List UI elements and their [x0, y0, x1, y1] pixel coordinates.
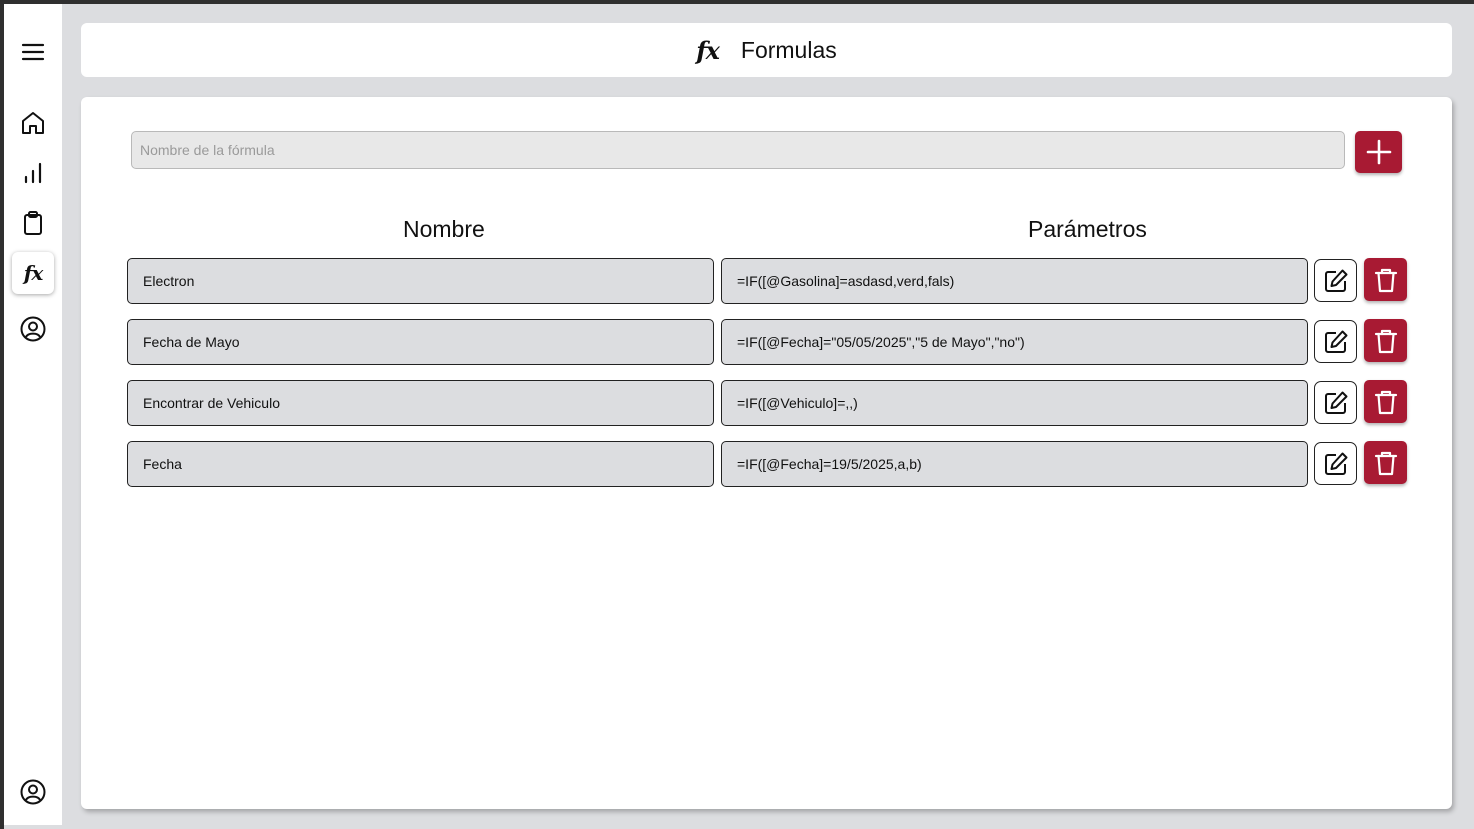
user-circle-icon: [20, 316, 46, 342]
sidebar-item-clipboard[interactable]: [12, 202, 54, 244]
edit-icon: [1324, 391, 1347, 414]
formula-name-cell[interactable]: Encontrar de Vehiculo: [127, 380, 714, 426]
formula-params-cell[interactable]: =IF([@Fecha]="05/05/2025","5 de Mayo","n…: [721, 319, 1308, 365]
column-header-params: Parámetros: [1028, 216, 1147, 242]
bar-chart-icon: [24, 162, 42, 184]
formula-name-input[interactable]: [131, 131, 1345, 169]
formula-name-cell[interactable]: Fecha de Mayo: [127, 319, 714, 365]
formula-params-cell[interactable]: =IF([@Vehiculo]=,,): [721, 380, 1308, 426]
edit-button[interactable]: [1314, 381, 1357, 424]
home-icon: [22, 112, 44, 134]
delete-button[interactable]: [1364, 319, 1407, 362]
sidebar-item-account[interactable]: [12, 771, 54, 813]
clipboard-icon: [24, 211, 42, 235]
formula-params-cell[interactable]: =IF([@Gasolina]=asdasd,verd,fals): [721, 258, 1308, 304]
sidebar-item-home[interactable]: [12, 102, 54, 144]
sidebar-item-user[interactable]: [12, 308, 54, 350]
formula-name-cell[interactable]: Fecha: [127, 441, 714, 487]
app-window: fx fx Formulas Nombre Parámetros Electro…: [4, 4, 1474, 829]
table-row: Fecha de Mayo =IF([@Fecha]="05/05/2025",…: [81, 319, 1452, 365]
page-header: fx Formulas: [81, 23, 1452, 77]
sidebar: fx: [4, 4, 62, 825]
page-title: Formulas: [740, 36, 837, 63]
delete-button[interactable]: [1364, 258, 1407, 301]
formula-name-cell[interactable]: Electron: [127, 258, 714, 304]
fx-icon: fx: [23, 261, 44, 285]
sidebar-item-stats[interactable]: [12, 152, 54, 194]
edit-button[interactable]: [1314, 259, 1357, 302]
trash-icon: [1374, 451, 1397, 475]
formula-params-cell[interactable]: =IF([@Fecha]=19/5/2025,a,b): [721, 441, 1308, 487]
table-row: Electron =IF([@Gasolina]=asdasd,verd,fal…: [81, 258, 1452, 304]
fx-icon: fx: [696, 35, 720, 65]
formulas-panel: Nombre Parámetros Electron =IF([@Gasolin…: [81, 97, 1452, 809]
trash-icon: [1374, 268, 1397, 292]
edit-icon: [1324, 330, 1347, 353]
table-row: Encontrar de Vehiculo =IF([@Vehiculo]=,,…: [81, 380, 1452, 426]
delete-button[interactable]: [1364, 380, 1407, 423]
delete-button[interactable]: [1364, 441, 1407, 484]
edit-icon: [1324, 269, 1347, 292]
add-formula-button[interactable]: [1355, 131, 1402, 173]
edit-button[interactable]: [1314, 442, 1357, 485]
column-header-name: Nombre: [403, 216, 485, 242]
menu-icon[interactable]: [12, 31, 54, 73]
table-row: Fecha =IF([@Fecha]=19/5/2025,a,b): [81, 441, 1452, 487]
trash-icon: [1374, 390, 1397, 414]
trash-icon: [1374, 329, 1397, 353]
plus-icon: [1366, 139, 1391, 165]
edit-button[interactable]: [1314, 320, 1357, 363]
edit-icon: [1324, 452, 1347, 475]
account-icon: [20, 779, 46, 805]
sidebar-item-formulas[interactable]: fx: [12, 252, 54, 294]
